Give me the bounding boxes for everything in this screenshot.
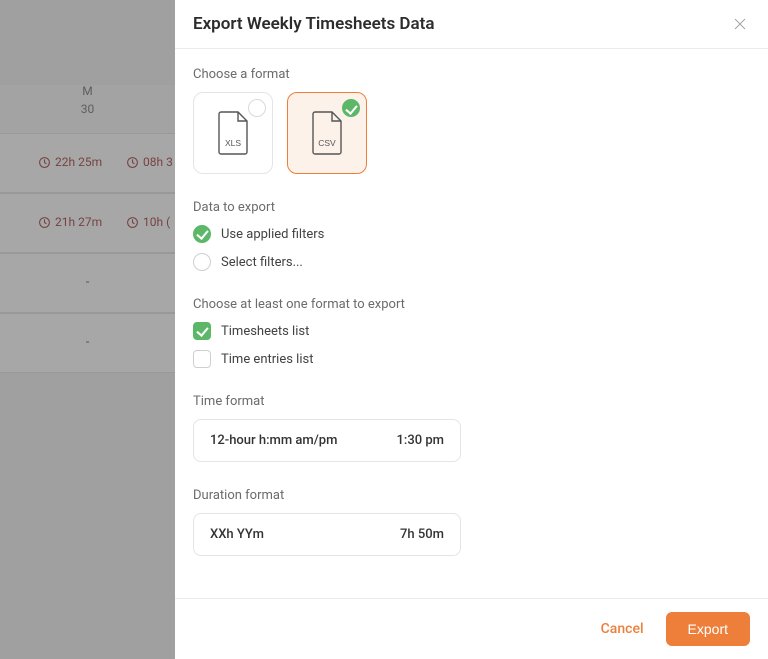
svg-text:CSV: CSV bbox=[318, 138, 336, 148]
duration-format-select[interactable]: XXh YYm 7h 50m bbox=[193, 513, 461, 556]
radio-indicator bbox=[342, 99, 360, 117]
format-section-label: Choose a format bbox=[193, 67, 750, 82]
checkbox-indicator bbox=[193, 322, 211, 340]
data-radio-group: Use applied filters Select filters... bbox=[193, 225, 750, 271]
svg-text:XLS: XLS bbox=[225, 138, 241, 148]
checkbox-timesheets-list[interactable]: Timesheets list bbox=[193, 322, 750, 340]
format-option-csv[interactable]: CSV bbox=[287, 92, 367, 174]
checkbox-indicator bbox=[193, 350, 211, 368]
modal-header: Export Weekly Timesheets Data bbox=[175, 0, 768, 49]
data-section-label: Data to export bbox=[193, 200, 750, 215]
file-xls-icon: XLS bbox=[215, 110, 251, 156]
close-icon bbox=[732, 16, 748, 32]
export-button[interactable]: Export bbox=[666, 612, 750, 646]
format-row: XLS CSV bbox=[193, 92, 750, 174]
checkbox-label: Timesheets list bbox=[221, 324, 309, 339]
radio-select-filters[interactable]: Select filters... bbox=[193, 253, 750, 271]
radio-indicator bbox=[193, 253, 211, 271]
radio-use-applied-filters[interactable]: Use applied filters bbox=[193, 225, 750, 243]
close-button[interactable] bbox=[730, 14, 750, 34]
cancel-button[interactable]: Cancel bbox=[597, 613, 648, 645]
radio-label: Select filters... bbox=[221, 255, 303, 270]
modal-footer: Cancel Export bbox=[175, 598, 768, 659]
time-format-select[interactable]: 12-hour h:mm am/pm 1:30 pm bbox=[193, 419, 461, 462]
modal-body: Choose a format XLS CSV Data to export bbox=[175, 49, 768, 598]
export-modal: Export Weekly Timesheets Data Choose a f… bbox=[175, 0, 768, 659]
time-format-example: 1:30 pm bbox=[397, 433, 444, 448]
radio-indicator bbox=[193, 225, 211, 243]
modal-title: Export Weekly Timesheets Data bbox=[193, 14, 434, 34]
duration-format-label: Duration format bbox=[193, 488, 750, 503]
duration-format-pattern: XXh YYm bbox=[210, 527, 264, 542]
duration-format-example: 7h 50m bbox=[400, 527, 444, 542]
time-format-label: Time format bbox=[193, 394, 750, 409]
content-section-label: Choose at least one format to export bbox=[193, 297, 750, 312]
checkbox-time-entries-list[interactable]: Time entries list bbox=[193, 350, 750, 368]
time-format-pattern: 12-hour h:mm am/pm bbox=[210, 433, 337, 448]
checkbox-label: Time entries list bbox=[221, 352, 313, 367]
content-check-group: Timesheets list Time entries list bbox=[193, 322, 750, 368]
format-option-xls[interactable]: XLS bbox=[193, 92, 273, 174]
file-csv-icon: CSV bbox=[309, 110, 345, 156]
radio-indicator bbox=[248, 99, 266, 117]
radio-label: Use applied filters bbox=[221, 227, 324, 242]
